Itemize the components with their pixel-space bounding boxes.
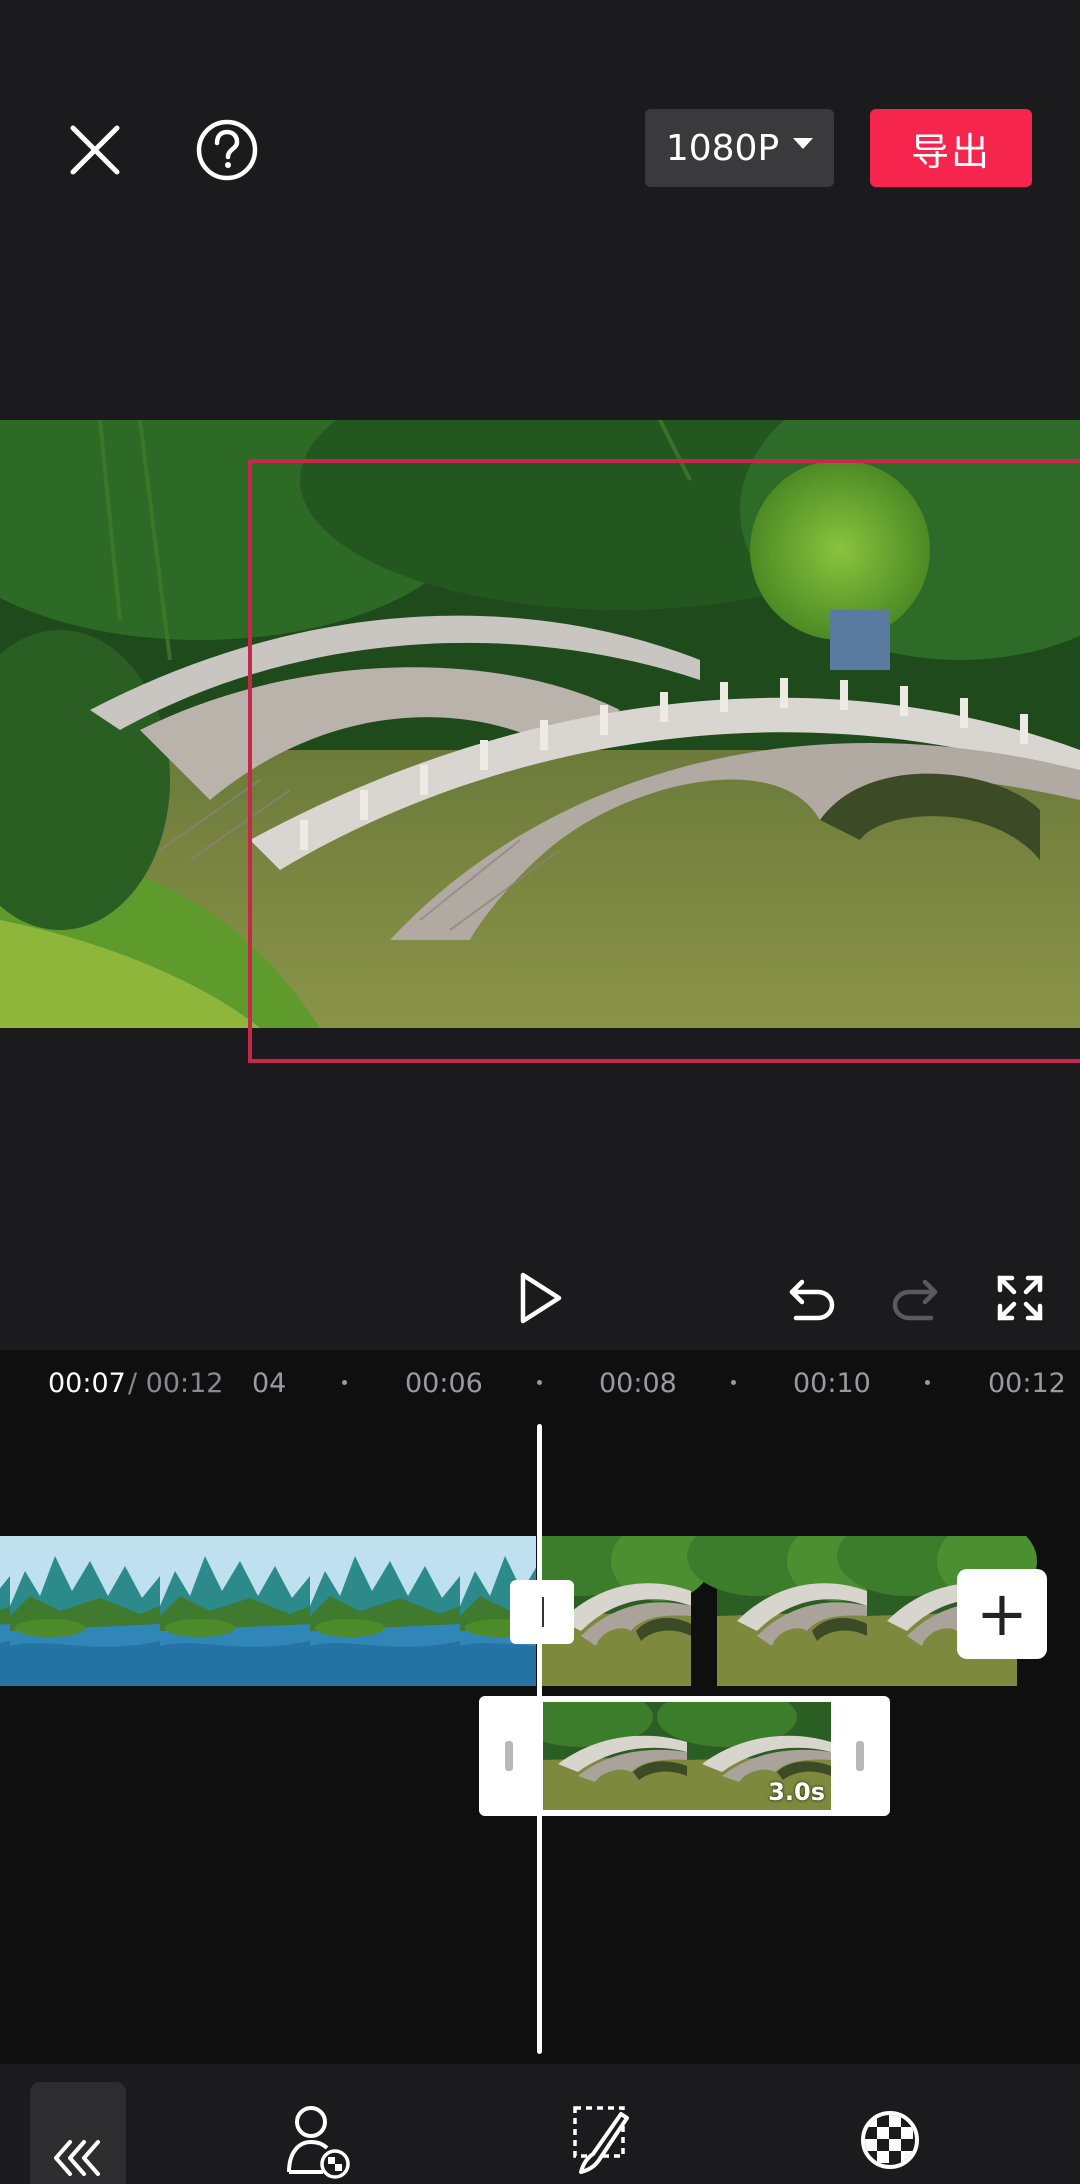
- clip-thumbnails-river: [0, 1536, 536, 1686]
- ruler-dot: [731, 1380, 736, 1385]
- main-track-clip-river[interactable]: [0, 1536, 536, 1686]
- redo-button[interactable]: [878, 1262, 954, 1334]
- undo-button[interactable]: [773, 1262, 849, 1334]
- cutout-tool[interactable]: [278, 2102, 358, 2182]
- resolution-label: 1080P: [665, 127, 780, 169]
- ruler-dot: [342, 1380, 347, 1385]
- total-time: / 00:12: [128, 1368, 224, 1399]
- top-bar: 1080P 导出: [0, 0, 1080, 300]
- ruler-label: 00:12: [988, 1368, 1066, 1399]
- close-icon: [70, 125, 120, 175]
- trim-handle-left[interactable]: [505, 1741, 513, 1771]
- play-icon: [520, 1272, 562, 1324]
- current-time: 00:07: [48, 1368, 126, 1399]
- undo-icon: [789, 1279, 835, 1321]
- chroma-key-tool[interactable]: [850, 2102, 930, 2182]
- playhead[interactable]: [537, 1424, 542, 2054]
- time-ruler[interactable]: 00:07 / 00:12 04 00:06 00:08 00:10 00:12: [0, 1350, 1080, 1412]
- double-chevron-left-icon: [54, 2140, 100, 2176]
- mask-brush-icon: [573, 2106, 629, 2174]
- help-button[interactable]: [187, 110, 267, 190]
- video-preview[interactable]: [0, 420, 1080, 1028]
- help-icon: [196, 119, 258, 181]
- timeline[interactable]: 00:07 / 00:12 04 00:06 00:08 00:10 00:12: [0, 1350, 1080, 2064]
- resolution-dropdown[interactable]: 1080P: [645, 109, 834, 187]
- fullscreen-icon: [997, 1275, 1043, 1321]
- bottom-toolbar: [0, 2064, 1080, 2184]
- trim-handle-right[interactable]: [856, 1741, 864, 1771]
- playback-controls: [0, 1240, 1080, 1350]
- play-button[interactable]: [505, 1262, 577, 1334]
- cutout-person-icon: [287, 2106, 350, 2179]
- export-button[interactable]: 导出: [870, 109, 1032, 187]
- ruler-label: 00:08: [599, 1368, 677, 1399]
- ruler-dot: [537, 1380, 542, 1385]
- mask-brush-tool[interactable]: [564, 2102, 644, 2182]
- preview-image-bridge: [0, 420, 1080, 1028]
- close-button[interactable]: [55, 110, 135, 190]
- clip-duration: 3.0s: [768, 1778, 825, 1806]
- ruler-dot: [925, 1380, 930, 1385]
- ruler-label: 00:06: [405, 1368, 483, 1399]
- plus-icon: +: [976, 1577, 1028, 1650]
- caret-down-icon: [793, 137, 814, 149]
- toolbar-back-button[interactable]: [30, 2082, 126, 2184]
- ruler-label: 04: [252, 1368, 287, 1399]
- fullscreen-button[interactable]: [982, 1262, 1058, 1334]
- redo-icon: [892, 1279, 938, 1321]
- overlay-clip-thumbnails: 3.0s: [543, 1702, 831, 1810]
- add-clip-button[interactable]: +: [957, 1569, 1047, 1659]
- ruler-label: 00:10: [793, 1368, 871, 1399]
- chroma-key-icon: [861, 2111, 919, 2169]
- transition-handle[interactable]: [510, 1580, 574, 1644]
